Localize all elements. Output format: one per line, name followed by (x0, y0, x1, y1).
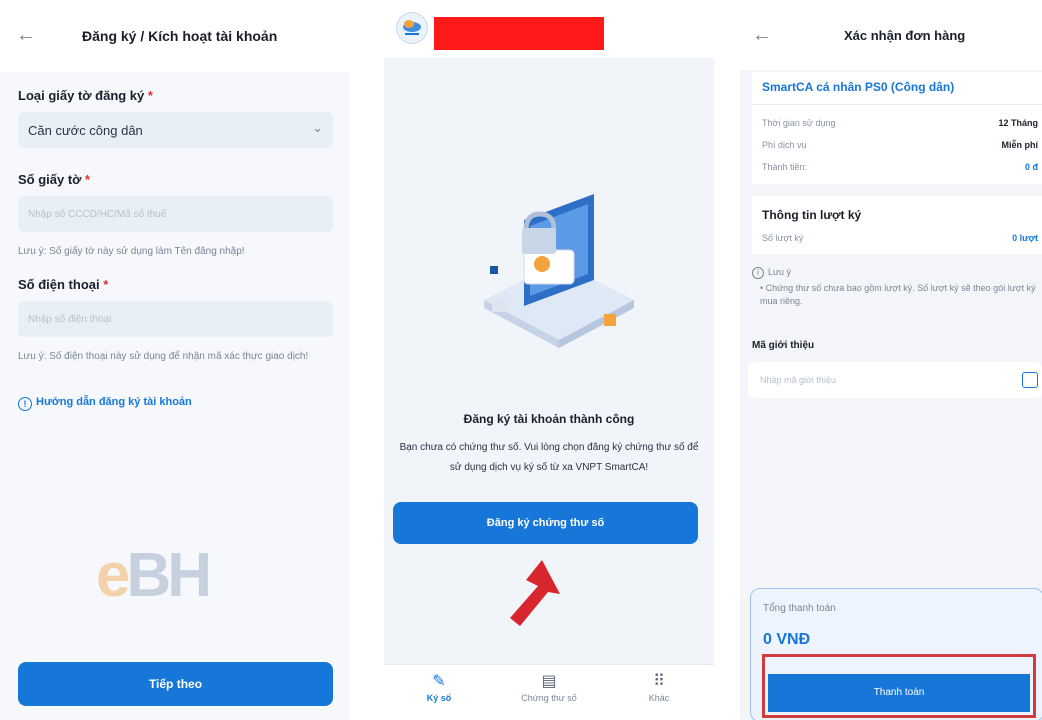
phone-label: Số điện thoại * (18, 277, 109, 292)
doc-type-select[interactable]: Căn cước công dân ⌄ (18, 112, 333, 148)
register-guide-link[interactable]: ! Hướng dẫn đăng ký tài khoản (18, 396, 192, 411)
scan-qr-icon[interactable] (1022, 372, 1038, 388)
tab-chung-thu-so[interactable]: ▤ Chứng thư số (494, 671, 604, 703)
chevron-down-icon: ⌄ (312, 120, 323, 135)
screen-register-success: Đăng ký tài khoản thành công Bạn chưa có… (384, 0, 714, 720)
phone-input[interactable] (18, 301, 333, 337)
package-row-duration: Thời gian sử dụng 12 Tháng (762, 118, 1038, 128)
doc-number-note: Lưu ý: Số giấy tờ này sử dụng làm Tên đă… (18, 246, 245, 257)
page-title: Xác nhận đơn hàng (844, 28, 966, 43)
package-row-fee: Phí dịch vụ Miễn phí (762, 140, 1038, 150)
total-value: 0 VNĐ (763, 631, 811, 648)
arrow-left-icon[interactable]: ← (16, 24, 36, 47)
info-icon: ! (18, 397, 32, 411)
next-button[interactable]: Tiếp theo (18, 662, 333, 706)
tab-ky-so[interactable]: ✎ Ký số (384, 671, 494, 703)
ebh-logo-watermark: eBH (96, 541, 212, 610)
sign-info-title: Thông tin lượt ký (762, 208, 862, 222)
screen-order-confirm: ← Xác nhận đơn hàng SmartCA cá nhân PS0 … (740, 0, 1042, 720)
success-title: Đăng ký tài khoản thành công (463, 412, 635, 426)
doc-number-label: Số giấy tờ * (18, 172, 91, 187)
app-header (384, 0, 714, 58)
screen-register-account: ← Đăng ký / Kích hoạt tài khoản Loại giấ… (0, 0, 350, 720)
page-title: Đăng ký / Kích hoạt tài khoản (82, 28, 278, 44)
doc-number-input[interactable] (18, 196, 333, 232)
doc-type-label: Loại giấy tờ đăng ký * (18, 88, 153, 103)
red-highlight-annotation (762, 654, 1036, 718)
info-icon: i (752, 267, 764, 279)
success-description: Bạn chưa có chứng thư số. Vui lòng chọn … (399, 442, 699, 473)
redacted-area (434, 17, 604, 50)
app-header: ← Xác nhận đơn hàng (740, 0, 1042, 70)
doc-number-field[interactable] (18, 196, 333, 232)
laptop-security-illustration (484, 194, 634, 348)
bottom-tab-bar: ✎ Ký số ▤ Chứng thư số ⠿ Khác (384, 664, 714, 720)
pen-icon: ✎ (432, 673, 446, 690)
doc-type-value: Căn cước công dân (28, 123, 143, 138)
phone-field[interactable] (18, 301, 333, 337)
red-arrow-annotation (510, 560, 560, 626)
referral-field[interactable] (748, 362, 1042, 398)
register-certificate-button[interactable]: Đăng ký chứng thư số (393, 502, 698, 544)
phone-note: Lưu ý: Số điện thoại này sử dụng để nhận… (18, 351, 309, 362)
divider (752, 104, 1042, 105)
package-row-amount: Thành tiền: 0 đ (762, 162, 1038, 172)
package-name: SmartCA cá nhân PS0 (Công dân) (762, 80, 955, 94)
grid-icon: ⠿ (653, 673, 665, 690)
app-header: ← Đăng ký / Kích hoạt tài khoản (0, 0, 350, 72)
notice-text: • Chứng thư số chưa bao gồm lượt ký. Số … (760, 283, 1036, 306)
app-logo (396, 12, 428, 44)
sign-info-card (752, 196, 1042, 254)
referral-input[interactable] (748, 362, 1008, 398)
total-label: Tổng thanh toán (763, 603, 836, 614)
arrow-left-icon[interactable]: ← (752, 24, 772, 47)
certificate-icon: ▤ (541, 673, 557, 690)
referral-label: Mã giới thiệu (752, 340, 815, 351)
sign-count-row: Số lượt ký 0 lượt (762, 233, 1038, 243)
tab-khac[interactable]: ⠿ Khác (604, 671, 714, 703)
notice-title: i Lưu ý (752, 266, 791, 279)
